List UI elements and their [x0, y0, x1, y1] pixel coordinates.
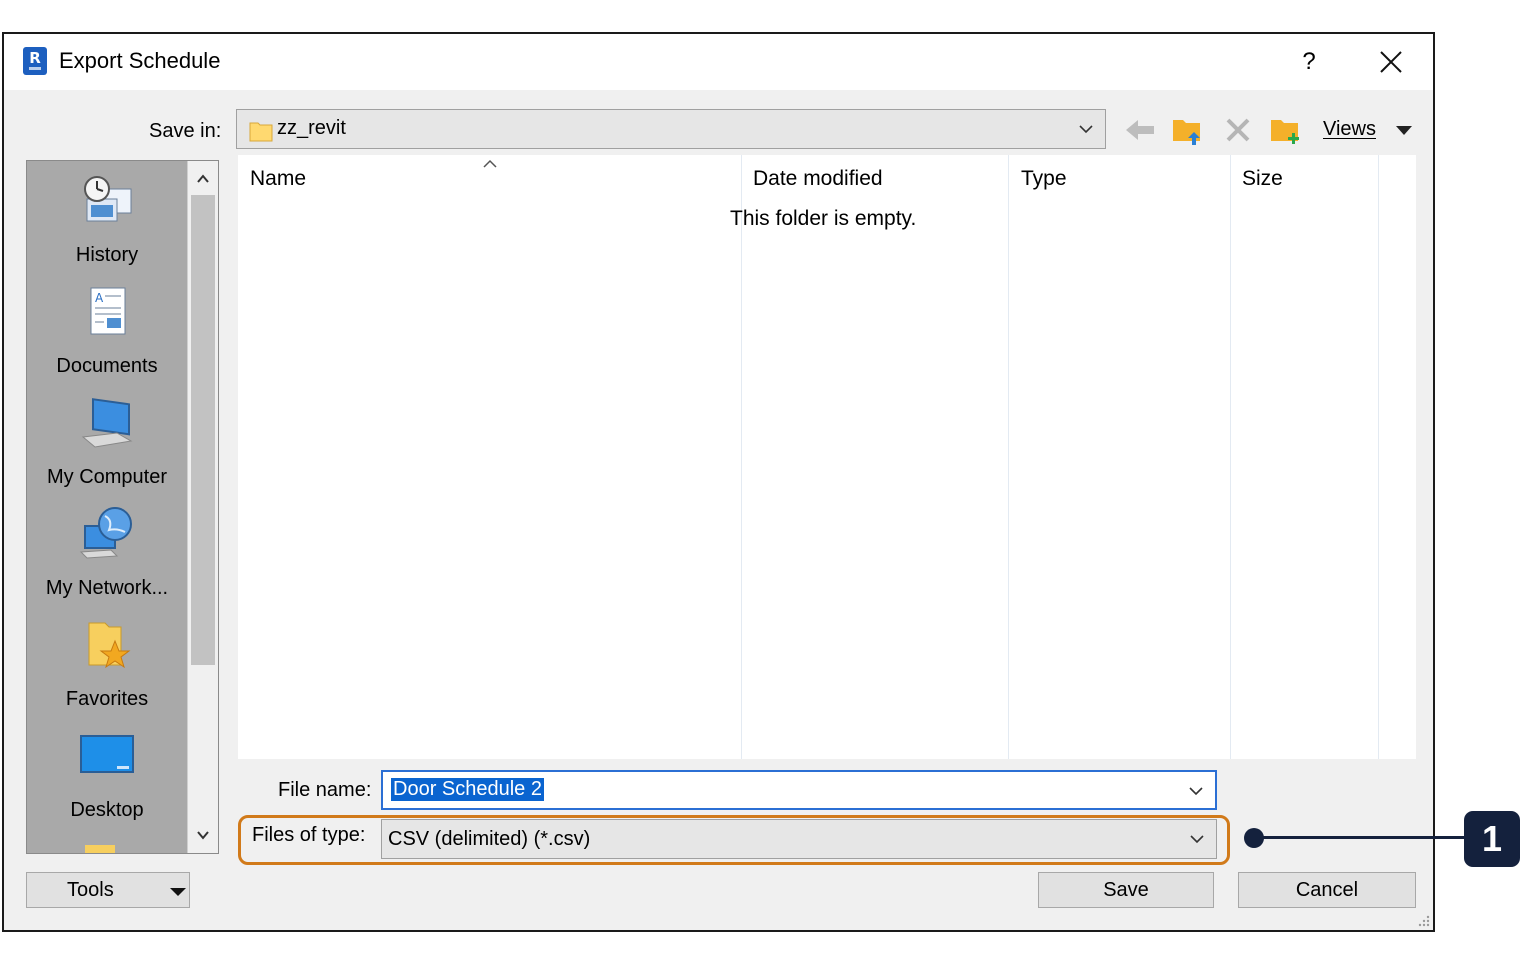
revit-app-icon: R — [23, 47, 47, 75]
place-documents[interactable]: A Documents — [27, 282, 187, 378]
callout-dot — [1244, 828, 1264, 848]
column-separator — [1378, 155, 1379, 759]
dialog-title: Export Schedule — [59, 48, 221, 73]
tools-dropdown-arrow-icon — [170, 888, 186, 896]
place-my-network[interactable]: My Network... — [27, 504, 187, 600]
save-in-label: Save in: — [149, 120, 222, 142]
save-in-value: zz_revit — [277, 117, 346, 139]
tools-label: Tools — [67, 879, 114, 901]
next-place-folder-icon — [85, 845, 115, 853]
files-of-type-highlight — [238, 815, 1230, 865]
column-header-size[interactable]: Size — [1242, 167, 1283, 191]
my-computer-icon — [81, 398, 133, 448]
file-name-label: File name: — [278, 779, 372, 801]
place-desktop[interactable]: Desktop — [27, 726, 187, 822]
export-schedule-dialog: R Export Schedule ? Save in: zz_revit Vi… — [2, 32, 1435, 932]
column-separator — [1230, 155, 1231, 759]
tools-button[interactable]: Tools — [26, 872, 190, 908]
callout-badge: 1 — [1464, 811, 1520, 867]
history-icon — [84, 176, 132, 222]
column-header-type[interactable]: Type — [1021, 167, 1067, 191]
place-label: Desktop — [70, 799, 144, 821]
column-separator — [741, 155, 742, 759]
chevron-up-icon[interactable] — [195, 171, 211, 187]
favorites-icon — [88, 622, 131, 669]
documents-icon: A — [90, 287, 126, 335]
svg-text:R: R — [29, 49, 41, 67]
save-button[interactable]: Save — [1038, 872, 1214, 908]
up-folder-icon[interactable] — [1170, 112, 1206, 148]
close-icon[interactable] — [1366, 42, 1416, 82]
cancel-button[interactable]: Cancel — [1238, 872, 1416, 908]
svg-text:A: A — [95, 291, 104, 305]
back-arrow-icon[interactable] — [1122, 112, 1158, 148]
save-in-dropdown[interactable]: zz_revit — [236, 109, 1106, 149]
column-header-date-modified[interactable]: Date modified — [753, 167, 883, 191]
views-button[interactable]: Views — [1323, 118, 1376, 141]
place-label: My Computer — [46, 466, 168, 488]
folder-icon — [249, 122, 273, 142]
column-separator — [1008, 155, 1009, 759]
sort-ascending-icon — [483, 159, 497, 168]
delete-icon[interactable] — [1220, 112, 1256, 148]
scroll-thumb[interactable] — [191, 195, 215, 665]
place-favorites[interactable]: Favorites — [27, 615, 187, 711]
title-bar: R Export Schedule ? — [4, 34, 1433, 90]
desktop-icon — [80, 735, 134, 773]
column-header-name[interactable]: Name — [250, 167, 306, 191]
place-history[interactable]: History — [27, 171, 187, 267]
place-label: My Network... — [45, 577, 169, 599]
file-list[interactable]: Name Date modified Type Size This folder… — [238, 155, 1416, 759]
help-button[interactable]: ? — [1284, 42, 1334, 82]
file-name-value[interactable]: Door Schedule 2 — [391, 778, 544, 801]
places-scrollbar[interactable] — [187, 161, 218, 853]
chevron-down-icon — [1079, 125, 1093, 134]
views-dropdown-arrow-icon[interactable] — [1396, 126, 1412, 135]
callout-leader-line — [1256, 836, 1466, 839]
chevron-down-icon[interactable] — [195, 827, 211, 843]
file-name-input[interactable]: Door Schedule 2 — [381, 770, 1217, 810]
place-label: History — [75, 244, 139, 266]
places-bar: History A Documents My Computer My Netwo… — [26, 160, 219, 854]
resize-grip-icon[interactable] — [1417, 914, 1431, 928]
place-my-computer[interactable]: My Computer — [27, 393, 187, 489]
my-network-icon — [79, 507, 132, 559]
chevron-down-icon[interactable] — [1187, 782, 1205, 800]
place-label: Documents — [56, 355, 158, 377]
place-label: Favorites — [65, 688, 149, 710]
new-folder-icon[interactable] — [1268, 112, 1304, 148]
empty-folder-message: This folder is empty. — [730, 207, 917, 230]
